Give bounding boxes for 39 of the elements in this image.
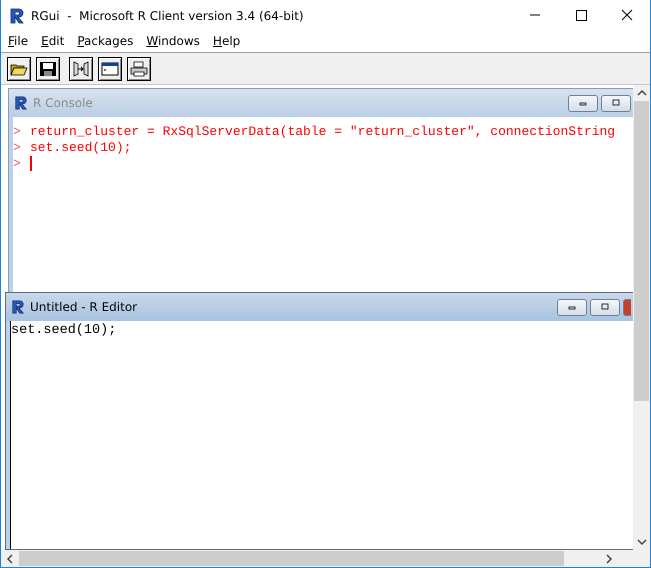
window-title: RGui - Microsoft R Client version 3.4 (64-bit) bbox=[31, 8, 304, 22]
menu-item[interactable]: Windows bbox=[146, 34, 200, 48]
restore-button[interactable] bbox=[601, 94, 631, 112]
menu-item[interactable]: Packages bbox=[77, 34, 134, 48]
console-button[interactable] bbox=[98, 56, 122, 80]
scrollbar-thumb[interactable] bbox=[19, 551, 564, 566]
text-cursor bbox=[30, 156, 32, 170]
r-logo-icon bbox=[11, 300, 25, 314]
console-prompt: > bbox=[13, 124, 22, 138]
scrollbar-thumb[interactable] bbox=[634, 101, 649, 401]
editor-text: set.seed(10); bbox=[11, 323, 116, 338]
restore-icon bbox=[599, 303, 611, 311]
menu-item[interactable]: Edit bbox=[41, 34, 64, 48]
window-icon bbox=[101, 60, 119, 76]
console-prompt: > bbox=[13, 156, 22, 170]
restore-icon bbox=[610, 99, 622, 107]
restore-button[interactable] bbox=[590, 298, 620, 316]
scroll-down-icon[interactable] bbox=[636, 538, 646, 546]
arrow-icon bbox=[72, 60, 90, 76]
console-prompt: > bbox=[13, 140, 22, 154]
minimize-button[interactable] bbox=[568, 94, 598, 112]
console-code: set.seed(10); bbox=[30, 140, 132, 154]
r-logo-icon bbox=[9, 8, 25, 24]
menu-item[interactable]: File bbox=[8, 34, 28, 48]
scroll-left-icon[interactable] bbox=[6, 554, 14, 564]
scroll-up-icon[interactable] bbox=[636, 89, 646, 97]
print-button[interactable] bbox=[127, 56, 151, 80]
load-button[interactable] bbox=[69, 56, 93, 80]
r-logo-icon bbox=[14, 96, 28, 110]
console-title: R Console bbox=[33, 96, 93, 110]
close-button[interactable] bbox=[623, 298, 631, 316]
editor-title: Untitled - R Editor bbox=[30, 300, 138, 314]
scroll-right-icon[interactable] bbox=[605, 554, 613, 564]
save-button[interactable] bbox=[36, 56, 60, 80]
open-button[interactable] bbox=[7, 56, 31, 80]
console-code: return_cluster = RxSqlServerData(table = "return_cluster", connectionString bbox=[30, 124, 616, 138]
minimize-button[interactable] bbox=[557, 298, 587, 316]
menu-item[interactable]: Help bbox=[212, 34, 240, 48]
printer-icon bbox=[130, 60, 148, 76]
